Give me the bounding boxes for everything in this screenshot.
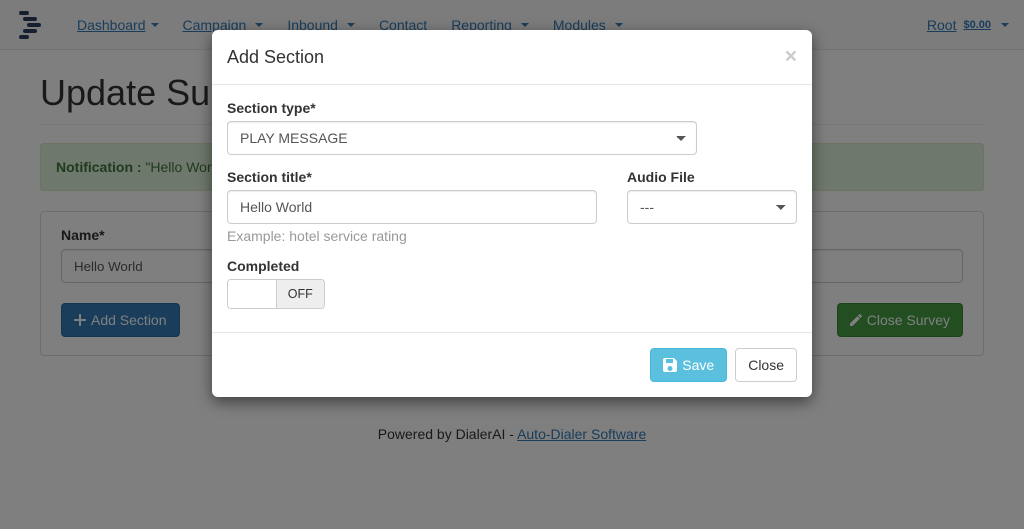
section-type-select[interactable]: PLAY MESSAGE [227, 121, 697, 155]
section-title-input[interactable] [227, 190, 597, 224]
section-type-label: Section type* [227, 100, 797, 116]
modal-title: Add Section [227, 47, 324, 68]
save-button[interactable]: Save [650, 348, 727, 382]
section-title-label: Section title* [227, 169, 597, 185]
toggle-off-half: OFF [276, 280, 325, 308]
completed-toggle[interactable]: OFF [227, 279, 325, 309]
section-title-help: Example: hotel service rating [227, 228, 597, 244]
modal-footer: Save Close [212, 332, 812, 397]
modal-header: Add Section × [212, 30, 812, 85]
modal-body: Section type* PLAY MESSAGE Section title… [212, 85, 812, 332]
audio-file-label: Audio File [627, 169, 797, 185]
close-button[interactable]: Close [735, 348, 797, 382]
audio-file-select[interactable]: --- [627, 190, 797, 224]
completed-label: Completed [227, 258, 797, 274]
save-icon [663, 358, 677, 372]
toggle-on-half [228, 280, 276, 308]
modal-close-button[interactable]: × [785, 45, 797, 69]
close-icon: × [785, 45, 797, 68]
add-section-modal: Add Section × Section type* PLAY MESSAGE… [212, 30, 812, 397]
button-label: Save [682, 357, 714, 373]
